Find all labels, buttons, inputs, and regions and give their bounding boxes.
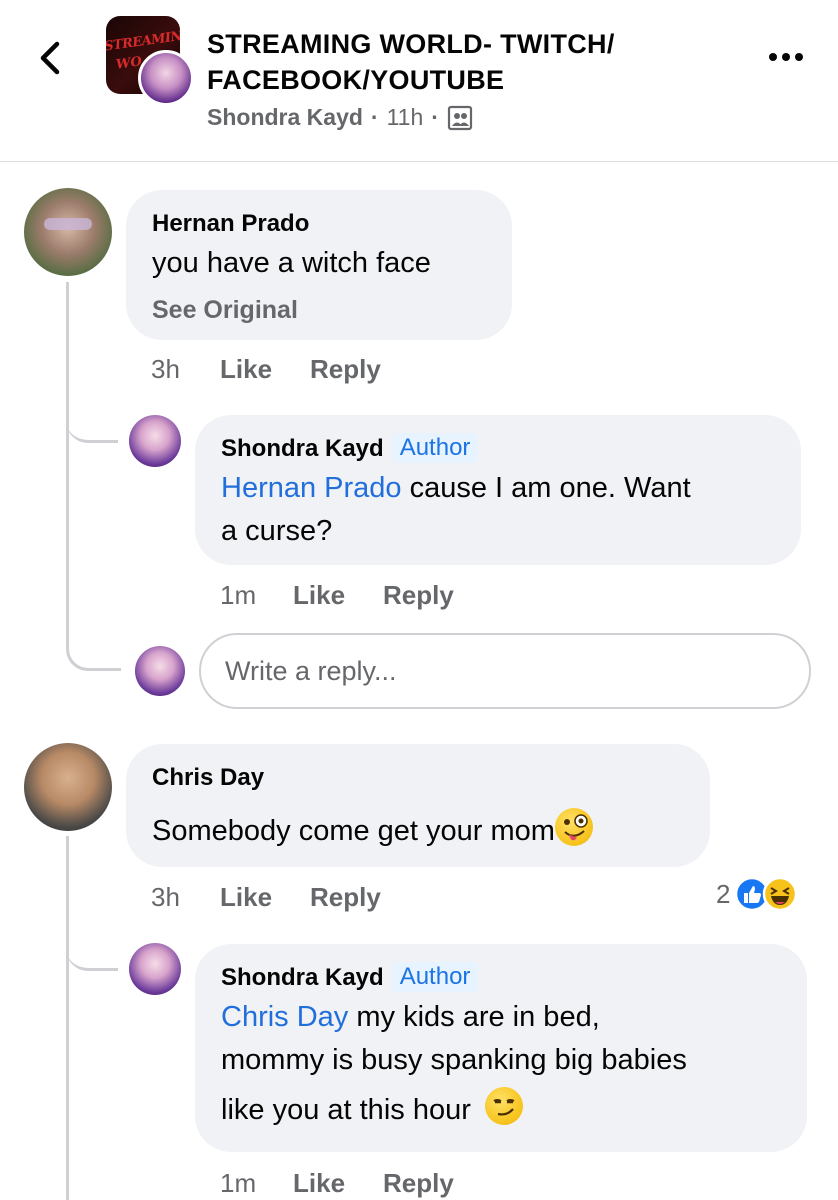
- reply-bubble[interactable]: Shondra Kayd Author Hernan Prado cause I …: [195, 415, 801, 565]
- mention-link[interactable]: Chris Day: [221, 1001, 348, 1033]
- group-name[interactable]: STREAMING WORLD- TWITCH/ FACEBOOK/YOUTUB…: [207, 26, 747, 98]
- reply-bubble[interactable]: Shondra Kayd Author Chris Day my kids are…: [195, 944, 807, 1152]
- comment-text: you have a witch face: [152, 247, 431, 279]
- comment-bubble[interactable]: Hernan Prado you have a witch face See O…: [126, 190, 512, 340]
- like-button[interactable]: Like: [293, 580, 345, 611]
- post-meta: Shondra Kayd · 11h ·: [207, 104, 473, 131]
- reply-time: 1m: [220, 580, 257, 610]
- reply-text-line3: like you at this hour: [221, 1094, 471, 1126]
- smirk-face-emoji: [484, 1087, 523, 1125]
- thread-connector: [66, 400, 118, 443]
- comment-author[interactable]: Chris Day: [152, 764, 264, 792]
- group-privacy-icon: [447, 105, 473, 130]
- like-button[interactable]: Like: [220, 882, 272, 913]
- chevron-left-icon[interactable]: [30, 38, 70, 78]
- mention-link[interactable]: Hernan Prado: [221, 472, 402, 504]
- thread-connector: [66, 928, 118, 971]
- reply-button[interactable]: Reply: [383, 1168, 454, 1199]
- current-user-avatar: [135, 646, 185, 696]
- thread-connector: [66, 628, 121, 671]
- reply-button[interactable]: Reply: [383, 580, 454, 611]
- reply-text-line1: cause I am one. Want: [401, 472, 691, 504]
- reply-author-name[interactable]: Shondra Kayd: [221, 964, 384, 991]
- reply-text-line2: mommy is busy spanking big babies: [221, 1044, 687, 1076]
- comment-time: 3h: [151, 354, 180, 384]
- reaction-summary[interactable]: 2: [716, 876, 798, 912]
- comment-text-body: Somebody come get your mom: [152, 815, 555, 847]
- like-button[interactable]: Like: [293, 1168, 345, 1199]
- avatar[interactable]: [24, 743, 112, 831]
- thread-line: [66, 282, 69, 642]
- author-badge: Author: [391, 433, 479, 463]
- avatar[interactable]: [129, 943, 181, 995]
- avatar[interactable]: [24, 188, 112, 276]
- reply-author: Shondra Kayd Author: [221, 433, 479, 463]
- zany-face-emoji: [554, 808, 593, 846]
- comment-text: Somebody come get your mom: [152, 808, 593, 853]
- reply-text-line1: my kids are in bed,: [348, 1001, 600, 1033]
- write-reply-input[interactable]: Write a reply...: [199, 633, 811, 709]
- comment-author[interactable]: Hernan Prado: [152, 210, 309, 238]
- meta-separator: ·: [431, 104, 439, 130]
- comment-bubble[interactable]: Chris Day Somebody come get your mom: [126, 744, 710, 867]
- reply-text: Hernan Prado cause I am one. Want a curs…: [221, 467, 791, 553]
- reply-button[interactable]: Reply: [310, 354, 381, 385]
- see-original-link[interactable]: See Original: [152, 296, 298, 325]
- more-horizontal-icon[interactable]: [766, 46, 806, 68]
- reply-text: Chris Day my kids are in bed, mommy is b…: [221, 996, 801, 1138]
- like-button[interactable]: Like: [220, 354, 272, 385]
- reply-text-line2: a curse?: [221, 515, 333, 547]
- reply-button[interactable]: Reply: [310, 882, 381, 913]
- meta-separator: ·: [370, 104, 379, 130]
- reaction-count: 2: [716, 878, 731, 909]
- post-time[interactable]: 11h: [387, 104, 424, 131]
- thread-line: [66, 836, 69, 1200]
- author-badge: Author: [391, 962, 479, 992]
- avatar[interactable]: [129, 415, 181, 467]
- reply-author-name[interactable]: Shondra Kayd: [221, 435, 384, 462]
- write-reply-placeholder: Write a reply...: [225, 655, 397, 686]
- poster-avatar[interactable]: [138, 50, 194, 106]
- haha-reaction-icon: [763, 876, 798, 912]
- comment-time: 3h: [151, 882, 180, 912]
- header-divider: [0, 161, 838, 162]
- reply-time: 1m: [220, 1168, 257, 1198]
- reply-author: Shondra Kayd Author: [221, 962, 479, 992]
- poster-name[interactable]: Shondra Kayd: [207, 104, 363, 131]
